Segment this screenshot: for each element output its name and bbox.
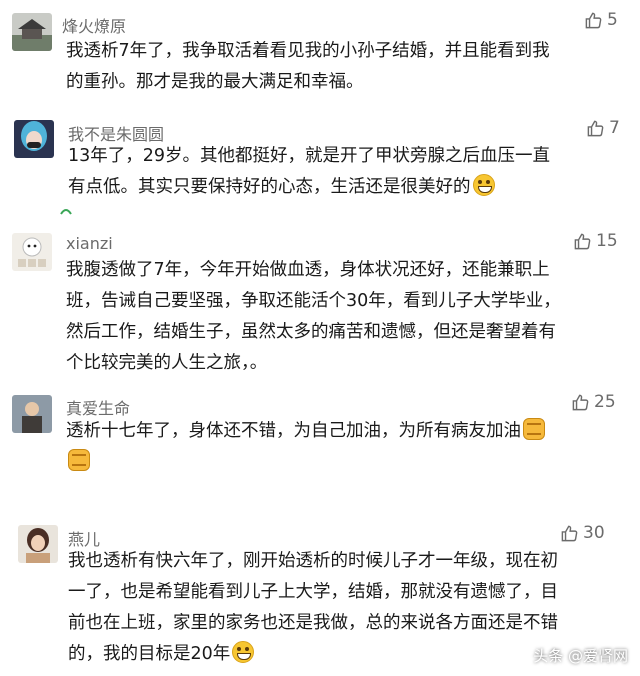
grinning-face-emoji — [232, 641, 255, 663]
like-button[interactable]: 25 — [571, 392, 616, 412]
comment-line: 个比较完美的人生之旅，。 — [66, 353, 268, 373]
comment-line-text: 有点低。其实只要保持好的心态，生活还是很美好的 — [68, 177, 471, 197]
watermark: 头条 @爱肾网 — [533, 645, 628, 666]
comment-text: 13年了，29岁。其他都挺好，就是开了甲状旁腺之后血压一直 有点低。其实只要保持… — [68, 141, 550, 203]
comment-text: 我腹透做了7年，今年开始做血透，身体状况还好，还能兼职上 班，告诫自己要坚强，争… — [66, 255, 561, 379]
partial-icon — [60, 209, 72, 215]
like-count: 30 — [583, 523, 605, 543]
username[interactable]: xianzi — [66, 234, 113, 253]
like-button[interactable]: 30 — [560, 523, 605, 543]
comment-line: 一了，也是希望能看到儿子上大学，结婚，那就没有遗憾了，目 — [68, 582, 558, 602]
raised-fist-emoji — [523, 418, 545, 440]
thumbs-up-icon — [561, 525, 578, 541]
comment-item: 烽火燎原 5 我透析7年了，我争取活着看见我的小孙子结婚，并且能看到我 的重孙。… — [0, 0, 640, 120]
comment-text: 我也透析有快六年了，刚开始透析的时候儿子才一年级，现在初 一了，也是希望能看到儿… — [68, 546, 558, 670]
comment-item: xianzi 15 我腹透做了7年，今年开始做血透，身体状况还好，还能兼职上 班… — [0, 215, 640, 375]
like-count: 7 — [609, 118, 620, 138]
thumbs-up-icon — [574, 233, 591, 249]
comment-line: 我透析7年了，我争取活着看见我的小孙子结婚，并且能看到我 — [66, 41, 550, 61]
thumbs-up-icon — [572, 394, 589, 410]
grinning-face-emoji — [472, 174, 495, 196]
like-button[interactable]: 7 — [586, 118, 620, 138]
avatar[interactable] — [12, 13, 52, 51]
comment-line: 的，我的目标是20年 — [68, 639, 558, 670]
comment-line: 然后工作，结婚生子，虽然太多的痛苦和遗憾，但还是奢望着有 — [66, 322, 556, 342]
comment-item: 真爱生命 25 透析十七年了，身体还不错，为自己加油，为所有病友加油 — [0, 378, 640, 498]
comment-line: 有点低。其实只要保持好的心态，生活还是很美好的 — [68, 172, 550, 203]
raised-fist-emoji — [68, 449, 90, 471]
avatar[interactable] — [12, 395, 52, 433]
comment-text: 我透析7年了，我争取活着看见我的小孙子结婚，并且能看到我 的重孙。那才是我的最大… — [66, 36, 550, 98]
like-count: 25 — [594, 392, 616, 412]
comment-line-text: 的，我的目标是20年 — [68, 644, 231, 664]
avatar[interactable] — [12, 233, 52, 271]
comment-line: 班，告诫自己要坚强，争取还能活个30年，看到儿子大学毕业， — [66, 291, 561, 311]
comment-line: 13年了，29岁。其他都挺好，就是开了甲状旁腺之后血压一直 — [68, 146, 551, 166]
comment-line: 的重孙。那才是我的最大满足和幸福。 — [66, 72, 364, 92]
comment-line: 前也在上班，家里的家务也还是我做，总的来说各方面还是不错 — [68, 613, 558, 633]
like-button[interactable]: 15 — [573, 231, 618, 251]
thumbs-up-icon — [587, 120, 604, 136]
thumbs-up-icon — [585, 12, 602, 28]
comment-line: 我也透析有快六年了，刚开始透析的时候儿子才一年级，现在初 — [68, 551, 558, 571]
comment-line — [66, 447, 545, 478]
comment-item: 我不是朱圆圆 7 13年了，29岁。其他都挺好，就是开了甲状旁腺之后血压一直 有… — [0, 112, 640, 217]
avatar[interactable] — [14, 120, 54, 158]
comment-line: 我腹透做了7年，今年开始做血透，身体状况还好，还能兼职上 — [66, 260, 550, 280]
username[interactable]: 烽火燎原 — [62, 13, 126, 37]
comment-line: 透析十七年了，身体还不错，为自己加油，为所有病友加油 — [66, 416, 545, 447]
like-button[interactable]: 5 — [584, 10, 618, 30]
watermark-text: 头条 @爱肾网 — [533, 647, 628, 665]
avatar[interactable] — [18, 525, 58, 563]
comment-line-text: 透析十七年了，身体还不错，为自己加油，为所有病友加油 — [66, 421, 521, 441]
like-count: 5 — [607, 10, 618, 30]
comment-text: 透析十七年了，身体还不错，为自己加油，为所有病友加油 — [66, 416, 545, 478]
like-count: 15 — [596, 231, 618, 251]
